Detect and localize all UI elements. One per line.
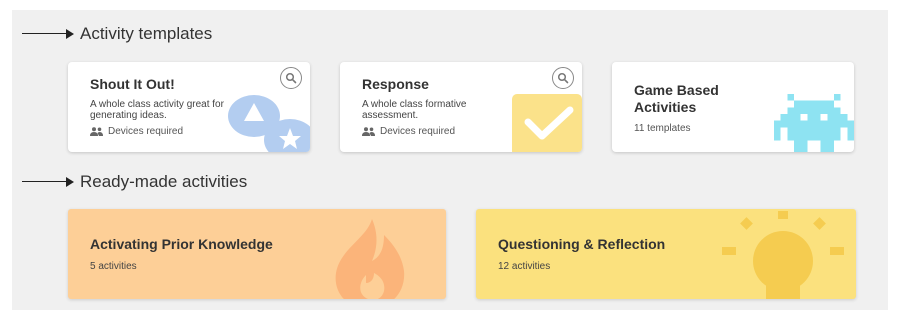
template-card-game-based[interactable]: Game Based Activities 11 templates bbox=[612, 62, 854, 152]
card-title: Shout It Out! bbox=[90, 76, 175, 92]
template-card-shout-it-out[interactable]: Shout It Out! A whole class activity gre… bbox=[68, 62, 310, 152]
preview-button[interactable] bbox=[280, 67, 302, 89]
lightbulb-icon bbox=[722, 211, 844, 299]
people-icon bbox=[362, 127, 375, 136]
people-icon bbox=[90, 127, 103, 136]
activity-title: Questioning & Reflection bbox=[498, 236, 666, 252]
devices-required: Devices required bbox=[90, 126, 183, 137]
section-title: Ready-made activities bbox=[80, 172, 248, 191]
activities-panel: Activity templates Shout It Out! A whole… bbox=[12, 10, 888, 310]
space-invader-icon bbox=[774, 94, 854, 152]
meta-text: Devices required bbox=[108, 126, 184, 137]
card-description: A whole class formative assessment. bbox=[362, 99, 467, 121]
search-icon bbox=[557, 72, 569, 84]
ready-made-activities-heading: Ready-made activities bbox=[12, 169, 247, 195]
activity-templates-heading: Activity templates bbox=[12, 21, 212, 47]
meta-text: Devices required bbox=[380, 126, 456, 137]
template-count: 11 templates bbox=[634, 123, 691, 134]
activity-title: Activating Prior Knowledge bbox=[90, 236, 273, 252]
card-title: Game Based Activities bbox=[634, 82, 719, 115]
activity-count: 12 activities bbox=[498, 261, 551, 272]
ready-card-activating-prior-knowledge[interactable]: Activating Prior Knowledge 5 activities bbox=[68, 209, 446, 299]
devices-required: Devices required bbox=[362, 126, 455, 137]
card-description: A whole class activity great for generat… bbox=[90, 99, 224, 121]
arrow-right-icon bbox=[12, 169, 76, 195]
ready-card-questioning-reflection[interactable]: Questioning & Reflection 12 activities bbox=[476, 209, 856, 299]
section-title: Activity templates bbox=[80, 24, 213, 43]
checkmark-icon bbox=[512, 94, 582, 152]
flame-icon bbox=[335, 219, 405, 299]
arrow-right-icon bbox=[12, 21, 76, 47]
card-title: Response bbox=[362, 76, 429, 92]
search-icon bbox=[285, 72, 297, 84]
preview-button[interactable] bbox=[552, 67, 574, 89]
activity-count: 5 activities bbox=[90, 261, 137, 272]
template-card-response[interactable]: Response A whole class formative assessm… bbox=[340, 62, 582, 152]
